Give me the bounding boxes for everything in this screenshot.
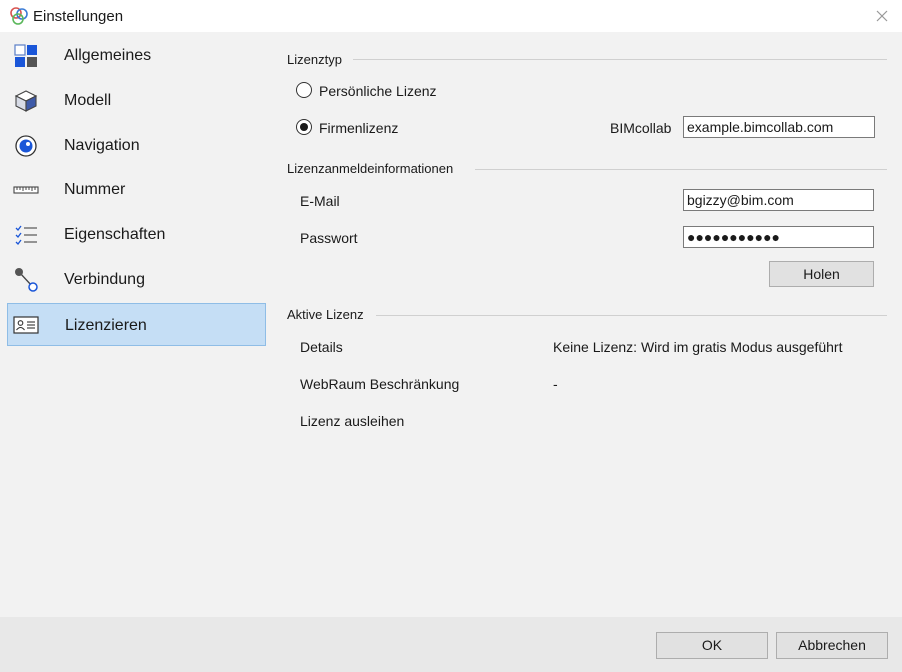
section-heading-active-license: Aktive Lizenz: [287, 307, 364, 322]
personal-license-label: Persönliche Lizenz: [319, 83, 437, 99]
divider: [376, 315, 887, 316]
borrow-license-label[interactable]: Lizenz ausleihen: [300, 413, 404, 429]
close-icon[interactable]: [872, 6, 892, 26]
general-tiles-icon: [14, 44, 37, 67]
password-field[interactable]: ●●●●●●●●●●●: [683, 226, 874, 248]
sidebar-item-navigation[interactable]: Navigation: [7, 125, 266, 166]
sidebar-item-allgemeines[interactable]: Allgemeines: [7, 35, 266, 76]
bimcollab-logo-icon: [10, 7, 28, 25]
company-license-label: Firmenlizenz: [319, 120, 399, 136]
bimcollab-server-input[interactable]: example.bimcollab.com: [683, 116, 875, 138]
divider: [353, 59, 887, 60]
dialog-footer: OK Abbrechen: [0, 617, 902, 672]
ruler-icon: [13, 186, 39, 194]
ok-button[interactable]: OK: [656, 632, 768, 659]
divider: [475, 169, 887, 170]
webroom-label: WebRaum Beschränkung: [300, 376, 460, 392]
sidebar-item-label: Modell: [64, 92, 112, 109]
section-heading-lizenztyp: Lizenztyp: [287, 52, 342, 67]
sidebar-item-modell[interactable]: Modell: [7, 80, 266, 121]
webroom-value: -: [553, 376, 558, 392]
sidebar-item-label: Navigation: [64, 137, 140, 154]
sidebar-item-label: Eigenschaften: [64, 226, 166, 243]
radio-selected-dot: [300, 123, 308, 131]
sidebar-item-eigenschaften[interactable]: Eigenschaften: [7, 214, 266, 255]
fetch-license-button[interactable]: Holen: [769, 261, 874, 287]
radio-personal-license[interactable]: [296, 82, 312, 98]
id-card-icon: [13, 316, 39, 334]
settings-content: Lizenztyp Persönliche Lizenz Firmenlizen…: [272, 32, 902, 617]
password-label: Passwort: [300, 230, 358, 246]
connection-node-icon: [15, 268, 38, 292]
sidebar-item-label: Lizenzieren: [65, 317, 147, 334]
title-bar: Einstellungen: [0, 0, 902, 32]
cube-icon: [14, 90, 38, 112]
sidebar-item-label: Verbindung: [64, 271, 145, 288]
sidebar-item-lizenzieren[interactable]: Lizenzieren: [7, 303, 274, 346]
sidebar-item-label: Nummer: [64, 181, 126, 198]
email-label: E-Mail: [300, 193, 340, 209]
settings-sidebar: Allgemeines Modell Navigation Nummer Eig…: [0, 32, 274, 617]
details-value: Keine Lizenz: Wird im gratis Modus ausge…: [553, 339, 843, 355]
details-label: Details: [300, 339, 343, 355]
radio-company-license[interactable]: [296, 119, 312, 135]
bimcollab-label: BIMcollab: [610, 120, 672, 136]
section-heading-credentials: Lizenzanmeldeinformationen: [287, 161, 454, 176]
checklist-icon: [15, 225, 37, 245]
sidebar-item-verbindung[interactable]: Verbindung: [7, 259, 266, 300]
sidebar-item-label: Allgemeines: [64, 47, 152, 64]
cancel-button[interactable]: Abbrechen: [776, 632, 888, 659]
window-title: Einstellungen: [33, 8, 124, 25]
email-field[interactable]: bgizzy@bim.com: [683, 189, 874, 211]
sidebar-item-nummer[interactable]: Nummer: [7, 169, 266, 210]
eye-target-icon: [15, 135, 37, 157]
